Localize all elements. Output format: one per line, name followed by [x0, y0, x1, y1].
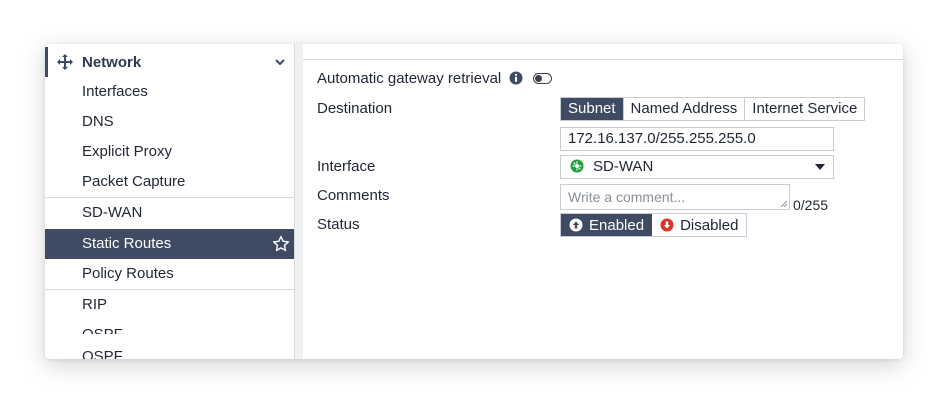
gateway-label: Automatic gateway retrieval [317, 70, 502, 87]
sidebar-section-title: Network [82, 53, 142, 71]
resize-handle-icon[interactable] [780, 200, 788, 208]
sidebar-item-static-routes[interactable]: Static Routes [45, 229, 294, 259]
caret-down-icon [815, 164, 825, 171]
comments-placeholder: Write a comment... [568, 189, 686, 205]
destination-label: Destination [317, 100, 393, 117]
status-disabled-option[interactable]: Disabled [652, 214, 746, 236]
sidebar-item-dns[interactable]: DNS [45, 107, 294, 137]
sidebar-item-interfaces[interactable]: Interfaces [45, 77, 294, 107]
destination-type-selector: Subnet Named Address Internet Service [560, 97, 866, 121]
status-enabled-label: Enabled [589, 216, 645, 234]
sidebar-item-label: Explicit Proxy [82, 143, 173, 160]
sidebar-item-label: Interfaces [82, 83, 148, 100]
sidebar-item-label: OSPF [82, 326, 123, 334]
sidebar-item-sd-wan[interactable]: SD-WAN [45, 198, 294, 228]
destination-internet-service-option[interactable]: Internet Service [745, 98, 864, 120]
comments-counter: 0/255 [793, 197, 829, 213]
interface-label: Interface [317, 158, 376, 175]
status-disabled-label: Disabled [680, 216, 739, 234]
app-window: Network Interfaces DNS Explicit Proxy Pa… [45, 44, 903, 359]
chevron-down-icon[interactable] [274, 56, 286, 68]
sidebar-item-packet-capture[interactable]: Packet Capture [45, 167, 294, 197]
sidebar-item-ospf[interactable]: OSPF [45, 325, 294, 334]
comments-textarea[interactable]: Write a comment... [560, 184, 790, 210]
move-arrows-icon [57, 54, 73, 70]
destination-input[interactable]: 172.16.137.0/255.255.255.0 [560, 127, 834, 151]
destination-subnet-option[interactable]: Subnet [561, 98, 624, 120]
sidebar: Network Interfaces DNS Explicit Proxy Pa… [45, 44, 295, 359]
gateway-toggle[interactable] [533, 73, 552, 84]
sidebar-item-label: DNS [82, 113, 114, 130]
info-icon[interactable] [509, 71, 523, 85]
panel-gutter [295, 44, 303, 359]
sidebar-item-policy-routes[interactable]: Policy Routes [45, 259, 294, 289]
arrow-down-circle-icon [660, 218, 674, 232]
status-selector: Enabled Disabled [560, 213, 748, 237]
status-label: Status [317, 216, 360, 233]
sidebar-item-label: SD-WAN [82, 204, 143, 221]
sidebar-item-rip[interactable]: RIP [45, 290, 294, 320]
status-enabled-option[interactable]: Enabled [561, 214, 653, 236]
sidebar-item-label: Policy Routes [82, 265, 174, 282]
arrow-up-circle-icon [569, 218, 583, 232]
star-icon[interactable] [272, 235, 290, 253]
sidebar-item-label: RIP [82, 296, 108, 313]
destination-named-address-option[interactable]: Named Address [624, 98, 746, 120]
static-route-form: Automatic gateway retrieval Destination … [303, 59, 903, 359]
sidebar-item-explicit-proxy[interactable]: Explicit Proxy [45, 137, 294, 167]
sidebar-item-label: OSPF [82, 348, 123, 359]
interface-value: SD-WAN [593, 158, 654, 175]
interface-select[interactable]: SD-WAN [560, 155, 834, 179]
sd-wan-icon [570, 159, 584, 173]
sidebar-item-ospf[interactable]: OSPF [45, 347, 294, 359]
sidebar-section-network[interactable]: Network [45, 47, 294, 77]
sidebar-item-label: Packet Capture [82, 173, 186, 190]
comments-label: Comments [317, 187, 390, 204]
toggle-knob [535, 74, 542, 82]
sidebar-item-label: Static Routes [82, 235, 172, 252]
